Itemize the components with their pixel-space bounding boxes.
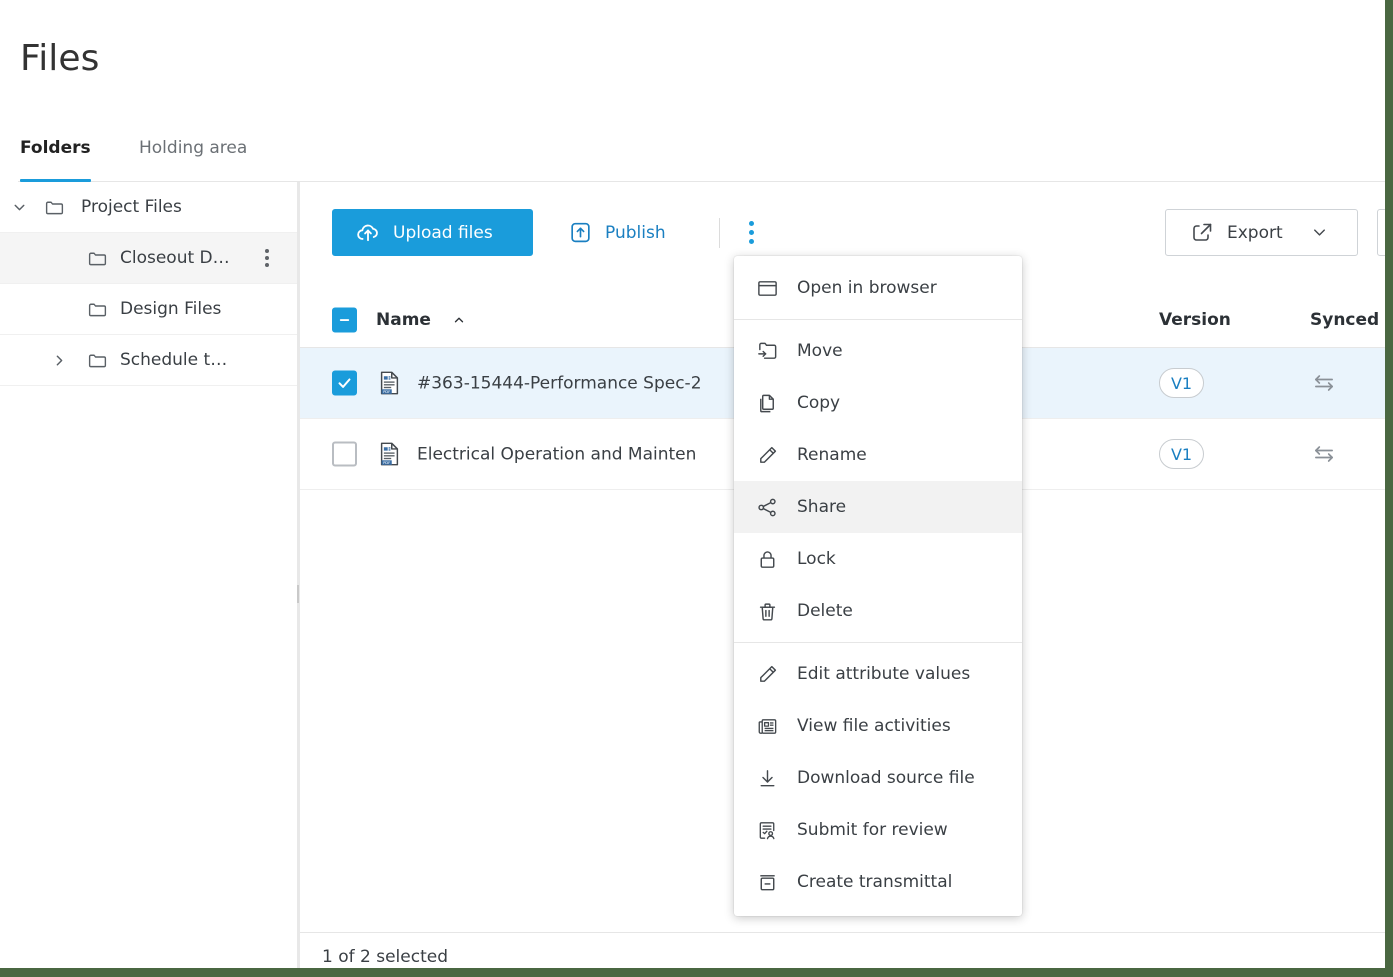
folder-tree-sidebar: Project Files Closeout D… Design Files S… (0, 182, 297, 977)
folder-icon (86, 298, 108, 320)
share-nodes-icon (755, 495, 780, 520)
chevron-down-icon[interactable] (8, 196, 30, 218)
trash-icon (755, 599, 780, 624)
menu-item-label: Rename (797, 445, 867, 465)
page-title: Files (20, 38, 100, 79)
menu-item-label: Edit attribute values (797, 664, 970, 684)
folder-arrow-icon (755, 339, 780, 364)
upload-files-label: Upload files (393, 223, 493, 243)
pdf-file-icon: PDF (376, 370, 403, 397)
browser-window-icon (755, 276, 780, 301)
menu-item-label: Download source file (797, 768, 975, 788)
tree-item-label: Closeout D… (120, 248, 230, 268)
menu-item-label: Create transmittal (797, 872, 952, 892)
menu-item-download-source-file[interactable]: Download source file (734, 752, 1022, 804)
menu-item-share[interactable]: Share (734, 481, 1022, 533)
tab-holding-area[interactable]: Holding area (139, 135, 247, 182)
publish-button[interactable]: Publish (558, 209, 676, 256)
chevron-right-icon[interactable] (48, 349, 70, 371)
tree-item-label: Schedule t… (120, 350, 227, 370)
row-name-cell[interactable]: PDF Electrical Operation and Mainten (376, 441, 696, 468)
export-icon (1190, 221, 1214, 245)
menu-item-label: Open in browser (797, 278, 937, 298)
menu-item-label: Move (797, 341, 843, 361)
tree-item-project-files[interactable]: Project Files (0, 182, 297, 233)
row-file-name: Electrical Operation and Mainten (417, 444, 696, 464)
menu-item-submit-for-review[interactable]: Submit for review (734, 804, 1022, 856)
tab-bar: Folders Holding area (0, 135, 1393, 182)
copy-icon (755, 391, 780, 416)
menu-item-create-transmittal[interactable]: Create transmittal (734, 856, 1022, 908)
svg-text:PDF: PDF (383, 461, 390, 465)
publish-icon (568, 220, 593, 245)
pencil-icon (755, 662, 780, 687)
tree-item-label: Project Files (81, 197, 182, 217)
row-checkbox[interactable] (332, 371, 357, 396)
tab-folders[interactable]: Folders (20, 135, 91, 182)
sort-ascending-icon (452, 313, 466, 327)
toolbar-divider (719, 218, 720, 248)
row-version-badge: V1 (1159, 368, 1204, 398)
pencil-icon (755, 443, 780, 468)
cloud-upload-icon (355, 220, 381, 246)
row-file-name: #363-15444-Performance Spec-2 (417, 373, 702, 393)
menu-item-label: Delete (797, 601, 853, 621)
menu-item-move[interactable]: Move (734, 325, 1022, 377)
tree-item-closeout-documents[interactable]: Closeout D… (0, 233, 297, 284)
files-page: Files Folders Holding area Project Files (0, 0, 1393, 977)
folder-icon (86, 247, 108, 269)
toolbar-more-actions-icon[interactable] (740, 212, 762, 252)
select-all-checkbox[interactable] (332, 307, 357, 332)
download-icon (755, 766, 780, 791)
menu-item-label: Submit for review (797, 820, 948, 840)
lock-icon (755, 547, 780, 572)
row-checkbox[interactable] (332, 442, 357, 467)
export-label: Export (1227, 223, 1283, 243)
column-header-synced-with[interactable]: Synced w (1310, 310, 1393, 330)
tree-item-label: Design Files (120, 299, 221, 319)
menu-item-edit-attribute-values[interactable]: Edit attribute values (734, 648, 1022, 700)
tab-folders-label: Folders (20, 138, 91, 158)
tree-item-schedule[interactable]: Schedule t… (0, 335, 297, 386)
row-sync-status-icon (1310, 369, 1338, 397)
export-button[interactable]: Export (1165, 209, 1358, 256)
menu-separator (734, 642, 1022, 643)
menu-item-label: Share (797, 497, 846, 517)
right-edge-strip (1385, 0, 1393, 969)
menu-item-lock[interactable]: Lock (734, 533, 1022, 585)
tab-holding-area-label: Holding area (139, 138, 247, 158)
column-header-version[interactable]: Version (1159, 310, 1231, 330)
transmittal-icon (755, 870, 780, 895)
publish-label: Publish (605, 223, 666, 243)
menu-item-label: Lock (797, 549, 836, 569)
menu-item-open-in-browser[interactable]: Open in browser (734, 262, 1022, 314)
file-context-menu: Open in browser Move Copy Rename S (734, 256, 1022, 916)
pdf-file-icon: PDF (376, 441, 403, 468)
tree-item-design-files[interactable]: Design Files (0, 284, 297, 335)
menu-separator (734, 319, 1022, 320)
chevron-down-icon (1310, 223, 1329, 242)
tree-item-more-actions-icon[interactable] (257, 246, 277, 270)
row-version-badge: V1 (1159, 439, 1204, 469)
folder-icon (43, 196, 65, 218)
version-badge-label: V1 (1159, 368, 1204, 398)
svg-text:PDF: PDF (383, 390, 390, 394)
column-header-name[interactable]: Name (376, 310, 466, 330)
menu-item-delete[interactable]: Delete (734, 585, 1022, 637)
bottom-edge-strip (0, 968, 1393, 977)
newspaper-icon (755, 714, 780, 739)
menu-item-rename[interactable]: Rename (734, 429, 1022, 481)
column-header-name-label: Name (376, 310, 431, 330)
review-person-icon (755, 818, 780, 843)
row-sync-status-icon (1310, 440, 1338, 468)
upload-files-button[interactable]: Upload files (332, 209, 533, 256)
folder-icon (86, 349, 108, 371)
menu-item-view-file-activities[interactable]: View file activities (734, 700, 1022, 752)
version-badge-label: V1 (1159, 439, 1204, 469)
menu-item-copy[interactable]: Copy (734, 377, 1022, 429)
menu-item-label: Copy (797, 393, 840, 413)
menu-item-label: View file activities (797, 716, 951, 736)
row-name-cell[interactable]: PDF #363-15444-Performance Spec-2 (376, 370, 702, 397)
